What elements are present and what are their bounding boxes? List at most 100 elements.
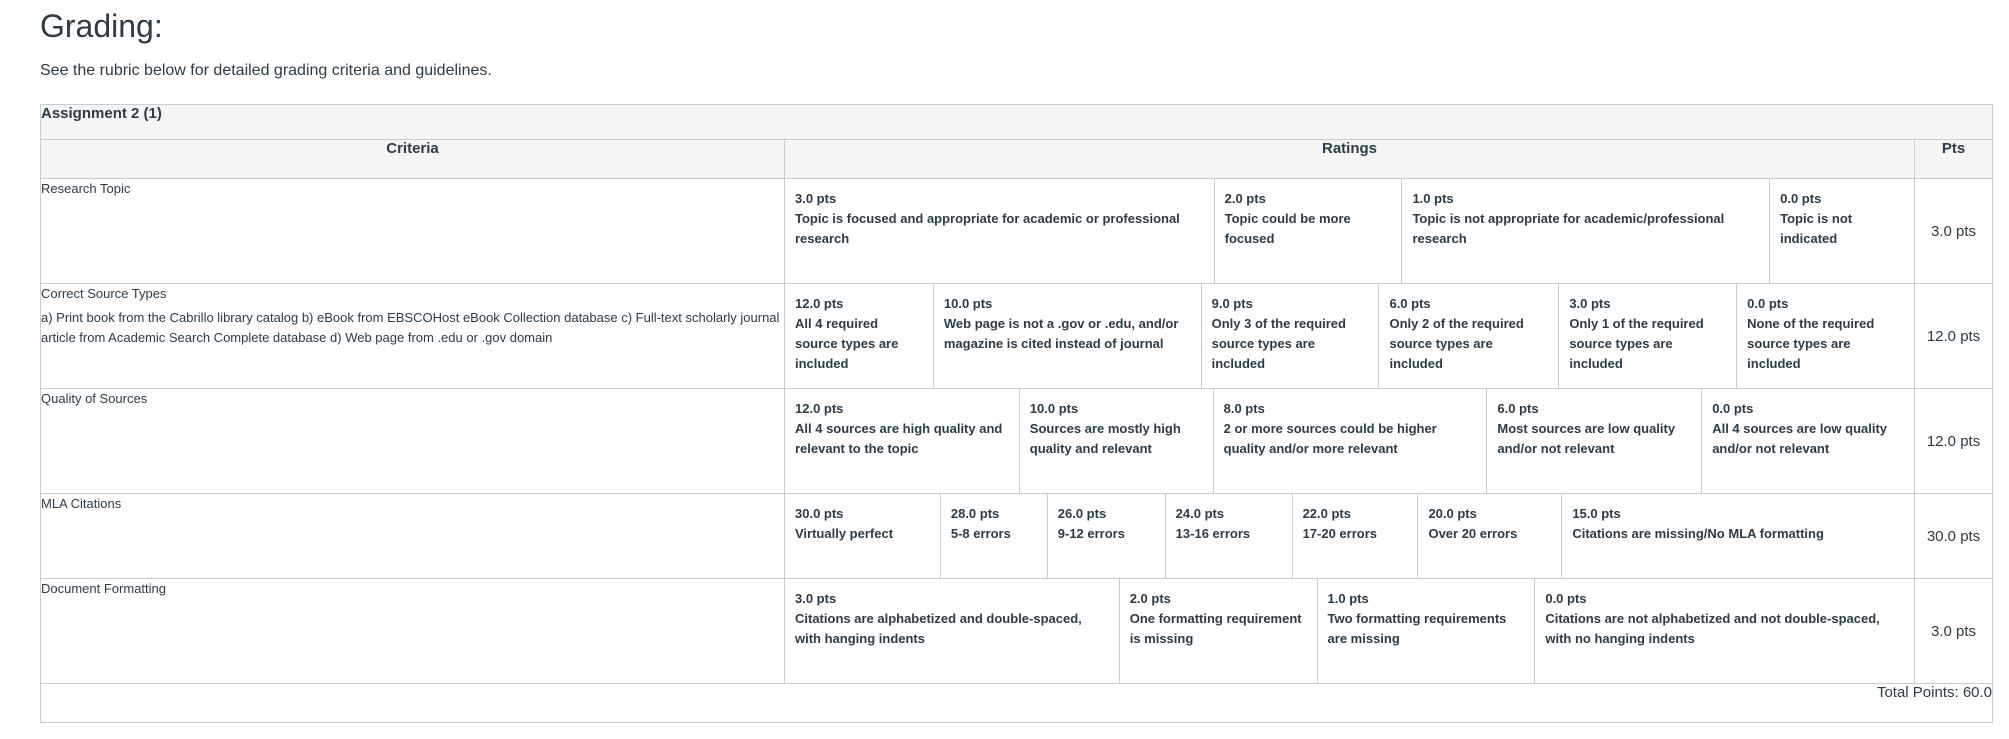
criterion-row: Correct Source Types a) Print book from t…: [40, 283, 1994, 389]
rating-option[interactable]: 3.0 pts Only 1 of the required source typ…: [1559, 284, 1738, 388]
rating-points: 9.0 pts: [1211, 296, 1253, 311]
rating-option[interactable]: 0.0 pts None of the required source types…: [1737, 284, 1914, 388]
rating-description: Topic is focused and appropriate for aca…: [795, 211, 1180, 246]
rating-description: Over 20 errors: [1428, 526, 1518, 541]
criterion-name: Document Formatting: [41, 581, 166, 596]
criterion-points: 3.0 pts: [1913, 178, 1994, 284]
rating-points: 1.0 pts: [1327, 591, 1369, 606]
rating-description: Citations are not alphabetized and not d…: [1545, 611, 1880, 646]
ratings-cell: 3.0 pts Topic is focused and appropriate …: [784, 178, 1915, 284]
rating-option[interactable]: 15.0 pts Citations are missing/No MLA for…: [1562, 494, 1914, 578]
criterion-name: MLA Citations: [41, 496, 122, 511]
rating-option[interactable]: 10.0 pts Sources are mostly high quality …: [1020, 389, 1214, 493]
criteria-header: Criteria: [40, 139, 785, 179]
rubric-table: Assignment 2 (1) Criteria Ratings Pts Re…: [39, 104, 1994, 723]
rating-option[interactable]: 6.0 pts Only 2 of the required source typ…: [1379, 284, 1560, 388]
rating-description: Topic is not indicated: [1780, 211, 1853, 246]
rating-option[interactable]: 12.0 pts All 4 required source types are …: [785, 284, 934, 388]
rating-option[interactable]: 8.0 pts 2 or more sources could be higher…: [1214, 389, 1488, 493]
rating-points: 10.0 pts: [943, 296, 993, 311]
criterion-cell: Correct Source Types a) Print book from t…: [40, 283, 785, 389]
rating-description: 5-8 errors: [950, 526, 1011, 541]
rating-description: 2 or more sources could be higher qualit…: [1223, 421, 1437, 456]
criterion-points: 3.0 pts: [1913, 578, 1994, 684]
rating-description: Only 3 of the required source types are …: [1211, 316, 1346, 371]
rating-points: 15.0 pts: [1572, 506, 1621, 521]
rating-description: Web page is not a .gov or .edu, and/or m…: [943, 316, 1179, 351]
rating-points: 1.0 pts: [1412, 191, 1454, 206]
rating-option[interactable]: 0.0 pts All 4 sources are low quality and…: [1702, 389, 1914, 493]
rating-option[interactable]: 1.0 pts Topic is not appropriate for acad…: [1402, 179, 1771, 283]
page-title: Grading:: [40, 8, 163, 44]
rating-description: All 4 sources are high quality and relev…: [795, 421, 1003, 456]
rating-option[interactable]: 2.0 pts Topic could be more focused: [1215, 179, 1403, 283]
rating-points: 6.0 pts: [1497, 401, 1539, 416]
ratings-cell: 12.0 pts All 4 required source types are …: [784, 283, 1915, 389]
criterion-points: 12.0 pts: [1913, 388, 1994, 494]
rating-points: 0.0 pts: [1545, 591, 1587, 606]
ratings-header: Ratings: [784, 139, 1915, 179]
criterion-cell: Document Formatting: [40, 578, 785, 684]
rating-description: Topic could be more focused: [1224, 211, 1351, 246]
rating-description: Citations are missing/No MLA formatting: [1572, 526, 1824, 541]
rating-option[interactable]: 1.0 pts Two formatting requirements are m…: [1318, 579, 1536, 683]
rating-option[interactable]: 22.0 pts 17-20 errors: [1293, 494, 1419, 578]
rating-description: 17-20 errors: [1302, 526, 1378, 541]
rating-description: Citations are alphabetized and double-sp…: [795, 611, 1082, 646]
rating-description: Most sources are low quality and/or not …: [1497, 421, 1676, 456]
criterion-row: Research Topic 3.0 pts Topic is focused an…: [40, 178, 1994, 284]
rating-option[interactable]: 26.0 pts 9-12 errors: [1048, 494, 1166, 578]
intro-text: See the rubric below for detailed gradin…: [40, 62, 492, 79]
rating-description: All 4 required source types are included: [795, 316, 899, 371]
rating-points: 2.0 pts: [1224, 191, 1266, 206]
rating-option[interactable]: 20.0 pts Over 20 errors: [1418, 494, 1563, 578]
rating-description: Sources are mostly high quality and rele…: [1029, 421, 1181, 456]
rating-option[interactable]: 0.0 pts Topic is not indicated: [1770, 179, 1914, 283]
rating-option[interactable]: 0.0 pts Citations are not alphabetized an…: [1535, 579, 1914, 683]
ratings-cell: 12.0 pts All 4 sources are high quality a…: [784, 388, 1915, 494]
rating-option[interactable]: 3.0 pts Topic is focused and appropriate …: [785, 179, 1215, 283]
rating-points: 6.0 pts: [1389, 296, 1431, 311]
criterion-description: a) Print book from the Cabrillo library …: [41, 310, 780, 345]
rating-option[interactable]: 24.0 pts 13-16 errors: [1166, 494, 1293, 578]
criterion-cell: Quality of Sources: [40, 388, 785, 494]
criterion-row: Quality of Sources 12.0 pts All 4 sources …: [40, 388, 1994, 494]
rating-points: 0.0 pts: [1747, 296, 1789, 311]
criterion-name: Correct Source Types: [41, 286, 167, 301]
rating-points: 0.0 pts: [1780, 191, 1822, 206]
criterion-name: Research Topic: [41, 181, 131, 196]
rating-points: 12.0 pts: [795, 401, 844, 416]
rating-option[interactable]: 28.0 pts 5-8 errors: [941, 494, 1048, 578]
rating-option[interactable]: 9.0 pts Only 3 of the required source typ…: [1202, 284, 1380, 388]
rating-option[interactable]: 10.0 pts Web page is not a .gov or .edu, …: [934, 284, 1202, 388]
rating-points: 10.0 pts: [1029, 401, 1079, 416]
rating-points: 3.0 pts: [795, 191, 837, 206]
rating-option[interactable]: 3.0 pts Citations are alphabetized and do…: [785, 579, 1120, 683]
rating-points: 2.0 pts: [1129, 591, 1171, 606]
rating-option[interactable]: 12.0 pts All 4 sources are high quality a…: [785, 389, 1020, 493]
rating-points: 22.0 pts: [1302, 506, 1351, 521]
rating-points: 0.0 pts: [1712, 401, 1754, 416]
criterion-row: MLA Citations 30.0 pts Virtually perfect 28…: [40, 493, 1994, 579]
rating-description: Only 1 of the required source types are …: [1569, 316, 1704, 371]
rating-points: 24.0 pts: [1175, 506, 1225, 521]
rating-points: 26.0 pts: [1057, 506, 1107, 521]
criterion-row: Document Formatting 3.0 pts Citations are …: [40, 578, 1994, 684]
criterion-cell: Research Topic: [40, 178, 785, 284]
criterion-cell: MLA Citations: [40, 493, 785, 579]
rating-description: All 4 sources are low quality and/or not…: [1712, 421, 1888, 456]
rating-option[interactable]: 6.0 pts Most sources are low quality and/…: [1487, 389, 1703, 493]
rating-points: 28.0 pts: [950, 506, 1000, 521]
rating-description: Only 2 of the required source types are …: [1389, 316, 1524, 371]
rating-description: None of the required source types are in…: [1747, 316, 1875, 371]
criterion-points: 30.0 pts: [1913, 493, 1994, 579]
rating-option[interactable]: 2.0 pts One formatting requirement is mis…: [1120, 579, 1318, 683]
ratings-cell: 30.0 pts Virtually perfect 28.0 pts 5-8 err…: [784, 493, 1915, 579]
total-points: Total Points: 60.0: [39, 683, 1994, 723]
rating-option[interactable]: 30.0 pts Virtually perfect: [785, 494, 941, 578]
rating-description: 9-12 errors: [1057, 526, 1125, 541]
rating-points: 20.0 pts: [1428, 506, 1477, 521]
rating-points: 30.0 pts: [795, 506, 844, 521]
ratings-cell: 3.0 pts Citations are alphabetized and do…: [784, 578, 1915, 684]
rating-description: Topic is not appropriate for academic/pr…: [1412, 211, 1725, 246]
